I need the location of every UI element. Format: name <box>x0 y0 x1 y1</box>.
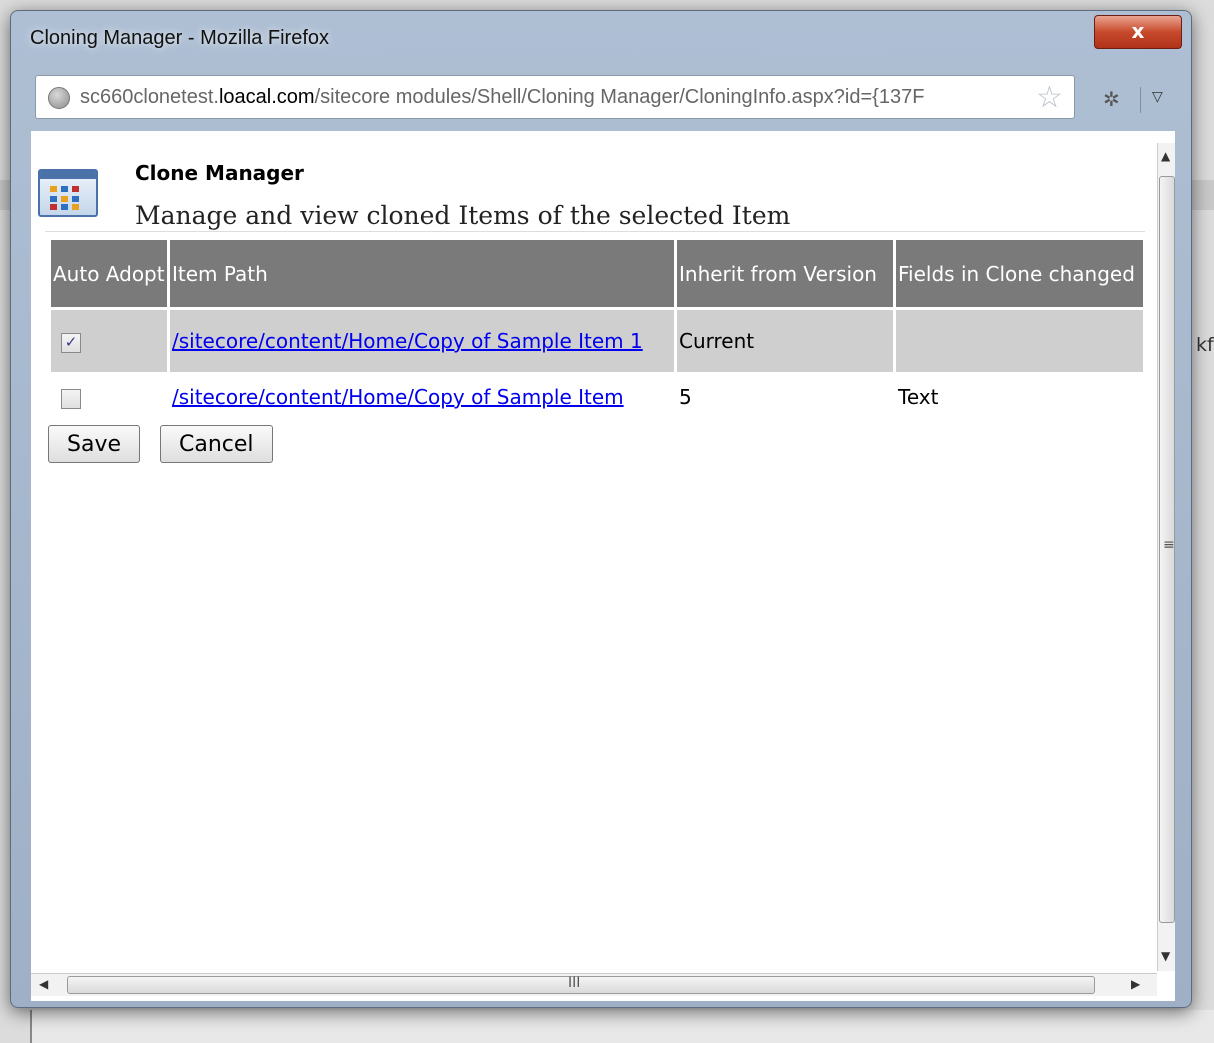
page-title: Clone Manager <box>135 161 304 185</box>
url-domain: loacal.com <box>218 86 315 108</box>
url-prefix: sc660clonetest. <box>80 86 219 108</box>
item-path-link[interactable]: /sitecore/content/Home/Copy of Sample It… <box>172 385 624 409</box>
vertical-scroll-thumb[interactable]: ≡ <box>1159 176 1175 923</box>
vertical-scrollbar[interactable]: ▲ ≡ ▼ <box>1157 143 1175 971</box>
scroll-left-arrow-icon[interactable]: ◀ <box>39 977 48 991</box>
page-subtitle: Manage and view cloned Items of the sele… <box>135 201 791 230</box>
version-cell: Current <box>677 310 893 372</box>
chevron-down-icon[interactable]: ▽ <box>1152 89 1163 105</box>
save-button[interactable]: Save <box>48 425 141 463</box>
popup-window: Cloning Manager - Mozilla Firefox x sc66… <box>10 10 1192 1008</box>
item-path-cell: /sitecore/content/Home/Copy of Sample It… <box>170 310 674 372</box>
scroll-down-arrow-icon[interactable]: ▼ <box>1161 949 1170 963</box>
horizontal-scroll-thumb[interactable]: III <box>67 975 1095 994</box>
auto-adopt-cell <box>51 375 167 419</box>
column-header-fields-changed: Fields in Clone changed <box>896 240 1143 307</box>
page-content: Clone Manager Manage and view cloned Ite… <box>31 131 1175 1001</box>
scroll-up-arrow-icon[interactable]: ▲ <box>1161 149 1170 163</box>
addon-icon[interactable]: ✲ <box>1103 87 1120 111</box>
close-button[interactable]: x <box>1094 15 1182 49</box>
url-path: /sitecore modules/Shell/Cloning Manager/… <box>314 86 925 108</box>
scroll-grip-icon: ≡ <box>1163 537 1175 553</box>
column-header-item-path: Item Path <box>170 240 674 307</box>
table-row: /sitecore/content/Home/Copy of Sample It… <box>51 375 1143 419</box>
bookmark-star-icon[interactable]: ☆ <box>1036 80 1063 115</box>
item-path-link[interactable]: /sitecore/content/Home/Copy of Sample It… <box>172 329 643 353</box>
cancel-button[interactable]: Cancel <box>160 425 273 463</box>
toolbar-separator <box>1140 87 1141 113</box>
auto-adopt-checkbox[interactable] <box>61 388 81 409</box>
column-header-auto-adopt: Auto Adopt <box>51 240 167 307</box>
clones-table: Auto Adopt Item Path Inherit from Versio… <box>48 237 1146 422</box>
fields-changed-cell <box>896 310 1143 372</box>
background-page-footer <box>30 1010 1214 1043</box>
background-page-text: kfl <box>1196 334 1214 356</box>
scroll-grip-icon: III <box>568 975 581 991</box>
auto-adopt-cell: ✓ <box>51 310 167 372</box>
horizontal-scrollbar[interactable]: ◀ III ▶ <box>31 973 1157 996</box>
table-header-row: Auto Adopt Item Path Inherit from Versio… <box>51 240 1143 307</box>
scroll-right-arrow-icon[interactable]: ▶ <box>1131 977 1140 991</box>
globe-icon[interactable] <box>48 87 70 109</box>
fields-changed-cell: Text <box>898 385 939 409</box>
version-cell: 5 <box>679 385 692 409</box>
window-title: Cloning Manager - Mozilla Firefox <box>30 27 330 49</box>
title-bar[interactable]: Cloning Manager - Mozilla Firefox x <box>11 11 1191 61</box>
clone-manager-app-icon <box>38 169 98 217</box>
table-row: ✓ /sitecore/content/Home/Copy of Sample … <box>51 310 1143 372</box>
auto-adopt-checkbox[interactable]: ✓ <box>61 332 81 353</box>
address-url[interactable]: sc660clonetest.loacal.com/sitecore modul… <box>80 86 924 109</box>
item-path-cell: /sitecore/content/Home/Copy of Sample It… <box>170 375 674 419</box>
address-bar[interactable]: sc660clonetest.loacal.com/sitecore modul… <box>35 75 1075 119</box>
header-divider <box>45 231 1145 232</box>
column-header-inherit-version: Inherit from Version <box>677 240 893 307</box>
